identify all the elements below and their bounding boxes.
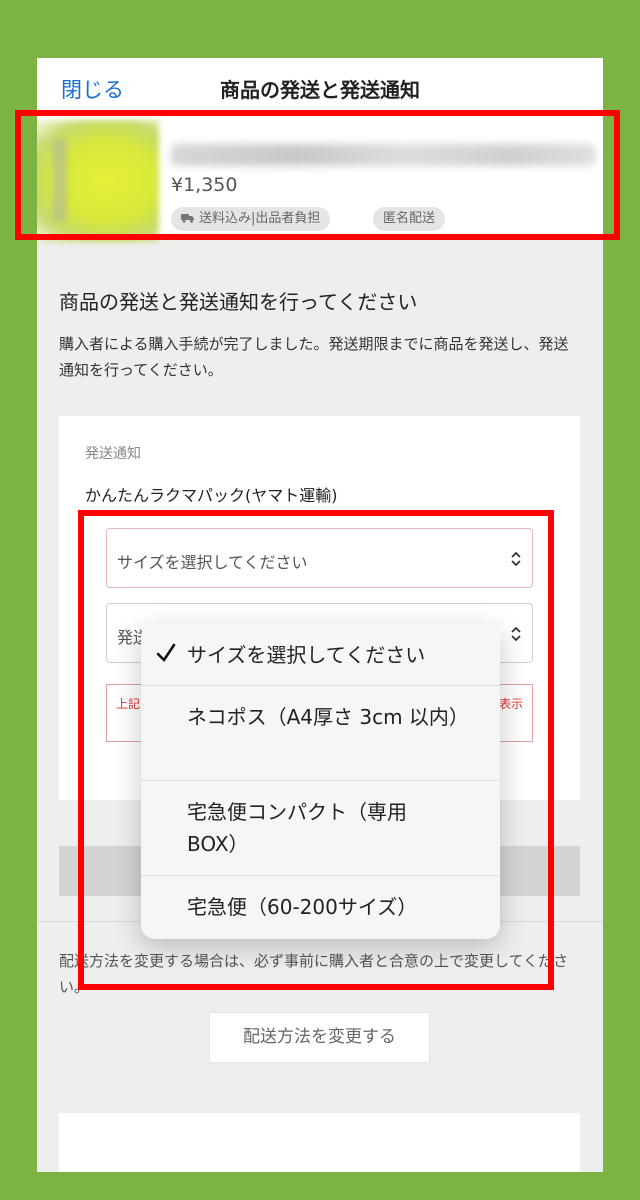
- section-title: 商品の発送と発送通知を行ってください: [59, 290, 418, 314]
- header: 閉じる 商品の発送と発送通知: [37, 58, 603, 116]
- form-label: 発送通知: [85, 446, 141, 462]
- carrier-name: かんたんラクマパック(ヤマト運輸): [85, 486, 338, 505]
- highlight-box-product: [15, 110, 620, 240]
- change-method-button[interactable]: 配送方法を変更する: [209, 1012, 430, 1063]
- highlight-box-dropdown: [78, 510, 554, 990]
- section-description: 購入者による購入手続が完了しました。発送期限までに商品を発送し、発送通知を行って…: [59, 335, 569, 379]
- page-title: 商品の発送と発送通知: [220, 78, 420, 102]
- bottom-card: [59, 1113, 580, 1172]
